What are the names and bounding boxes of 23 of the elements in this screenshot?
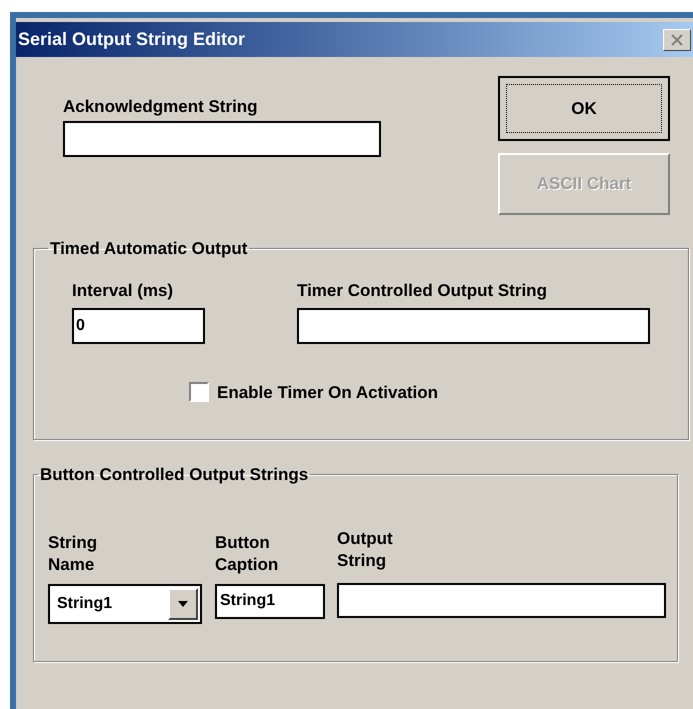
field-label: Interval (ms) <box>72 280 174 302</box>
dialog-button[interactable]: OK <box>498 76 670 141</box>
checkbox[interactable] <box>189 382 209 402</box>
interval-field[interactable]: 0 <box>72 308 205 344</box>
timer-output-field[interactable] <box>297 308 650 344</box>
field-label: Button Caption <box>215 532 280 576</box>
dropdown-button[interactable] <box>168 588 198 620</box>
caret-icon <box>178 600 188 606</box>
field-label: Output String <box>337 528 394 572</box>
window-title: Serial Output String Editor <box>18 28 246 51</box>
field-label: String Name <box>48 532 98 576</box>
group-title: Button Controlled Output Strings <box>39 464 310 486</box>
caption-field[interactable]: String1 <box>215 584 325 618</box>
field-label: Acknowledgment String <box>63 96 259 118</box>
output-string-field[interactable] <box>337 582 666 618</box>
close-icon <box>671 34 683 46</box>
group-title: Timed Automatic Output <box>49 238 248 260</box>
string-name-dropdown[interactable]: String1 <box>48 584 202 624</box>
acknowledgment-field[interactable] <box>63 121 381 157</box>
dropdown-value: String1 <box>57 594 112 614</box>
field-label: Timer Controlled Output String <box>297 280 548 302</box>
checkbox-label[interactable]: Enable Timer On Activation <box>217 380 438 405</box>
close-button[interactable] <box>663 28 691 50</box>
